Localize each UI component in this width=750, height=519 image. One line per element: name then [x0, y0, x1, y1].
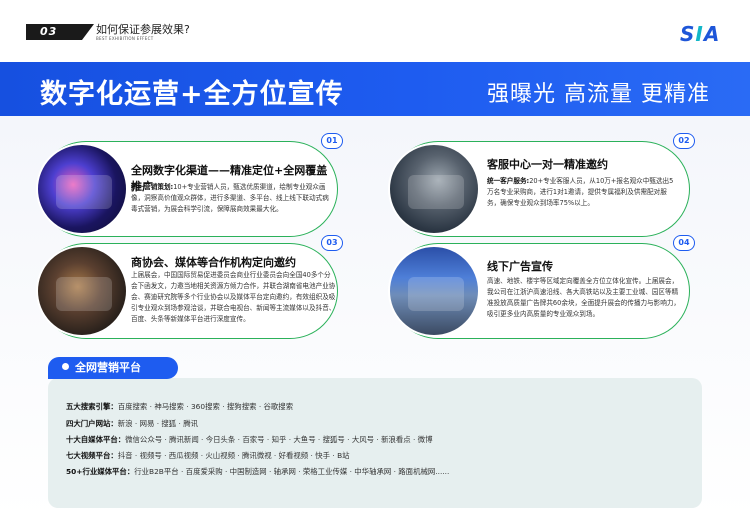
billboard-ad-image: [388, 245, 480, 337]
sia-logo: SIA: [680, 22, 721, 46]
platform-row: 50+行业媒体平台：行业B2B平台 · 百度爱采购 · 中国制造网 · 轴承网 …: [66, 467, 450, 476]
section-subtitle: BEST EXHIBITION EFFECT: [96, 36, 154, 41]
card-body: 上届展会，中国国际贸易促进委员会商业行业委员会向全国40多个分会下函发文，力邀当…: [131, 271, 336, 323]
page-header: 03 如何保证参展效果? BEST EXHIBITION EFFECT SIA: [0, 0, 750, 62]
card-badge: 03: [321, 235, 343, 251]
card-title: 线下广告宣传: [487, 260, 553, 273]
call-center-agent-image: [388, 143, 480, 235]
media-press-image: [36, 245, 128, 337]
digital-marketing-image: [36, 143, 128, 235]
section-title: 如何保证参展效果?: [96, 23, 190, 36]
card-body: 高速、地铁、楼宇等区域定向覆盖全方位立体化宣传。上届展会，我公司在江浙沪高速沿线…: [487, 277, 681, 318]
bullet-icon: [62, 363, 69, 370]
platform-tag: 全网营销平台: [48, 357, 178, 379]
card-badge: 04: [673, 235, 695, 251]
card-title: 客服中心一对一精准邀约: [487, 158, 608, 171]
banner-slogan: 强曝光 高流量 更精准: [487, 82, 710, 107]
card-badge: 02: [673, 133, 695, 149]
banner-headline: 数字化运营+全方位宣传: [40, 79, 344, 110]
section-number: 03: [26, 24, 94, 40]
platform-row: 四大门户网站：新浪 · 网易 · 搜狐 · 腾讯: [66, 419, 199, 428]
platform-row: 五大搜索引擎：百度搜索 · 神马搜索 · 360搜索 · 搜狗搜索 · 谷歌搜索: [66, 402, 294, 411]
card-body: 统一客户服务:20+专业客服人员，从10万+报名观众中甄选出5万名专业采购商，进…: [487, 177, 674, 207]
platform-row: 七大视频平台：抖音 · 视频号 · 西瓜视频 · 火山视频 · 腾讯微视 · 好…: [66, 451, 350, 460]
headline-banner: 数字化运营+全方位宣传 强曝光 高流量 更精准: [0, 62, 750, 116]
card-title: 商协会、媒体等合作机构定向邀约: [131, 256, 296, 269]
card-badge: 01: [321, 133, 343, 149]
card-body: 统一营销策划:10+专业营销人员，甄选优质渠道，绘制专业观众画像，洞察高价值观众…: [131, 183, 329, 213]
platform-row: 十大自媒体平台：微信公众号 · 腾讯新闻 · 今日头条 · 百家号 · 知乎 ·…: [66, 435, 433, 444]
